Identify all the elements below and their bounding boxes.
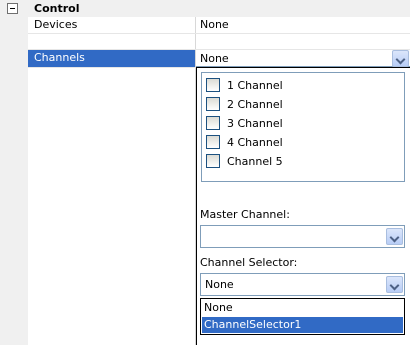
channel-checkbox[interactable] <box>206 97 220 111</box>
channel-label: 2 Channel <box>227 98 283 111</box>
chevron-down-icon[interactable] <box>392 50 409 67</box>
channel-label: Channel 5 <box>227 155 283 168</box>
collapse-minus-icon[interactable] <box>7 3 18 14</box>
channel-checkbox[interactable] <box>206 154 220 168</box>
channel-checkbox[interactable] <box>206 78 220 92</box>
property-name-devices[interactable]: Devices <box>34 17 77 33</box>
category-label: Control <box>34 2 80 15</box>
channels-value-dropdown[interactable]: None <box>196 50 410 67</box>
master-channel-dropdown[interactable] <box>200 225 405 248</box>
chevron-down-icon[interactable] <box>386 276 403 293</box>
category-row-control[interactable]: Control <box>0 0 410 17</box>
channel-checklist[interactable]: 1 Channel 2 Channel 3 Channel 4 Channel … <box>201 72 405 182</box>
row-divider <box>28 33 410 34</box>
option-none[interactable]: None <box>202 300 403 316</box>
grid-gutter <box>0 17 28 345</box>
channels-value: None <box>200 52 229 65</box>
property-name-channels[interactable]: Channels <box>34 50 85 66</box>
option-channelselector1[interactable]: ChannelSelector1 <box>202 317 403 333</box>
channel-label: 3 Channel <box>227 117 283 130</box>
channel-label: 4 Channel <box>227 136 283 149</box>
channel-checkbox[interactable] <box>206 116 220 130</box>
channel-selector-dropdown[interactable]: None <box>200 273 405 296</box>
channel-selector-options[interactable]: None ChannelSelector1 <box>200 298 405 335</box>
master-channel-label: Master Channel: <box>200 208 290 221</box>
chevron-down-icon[interactable] <box>386 228 403 245</box>
channels-editor-panel: 1 Channel 2 Channel 3 Channel 4 Channel … <box>196 67 410 345</box>
channel-selector-label: Channel Selector: <box>200 256 298 269</box>
channel-checkbox[interactable] <box>206 135 220 149</box>
property-value-devices[interactable]: None <box>200 17 229 33</box>
channel-label: 1 Channel <box>227 79 283 92</box>
channel-selector-value: None <box>205 278 234 291</box>
